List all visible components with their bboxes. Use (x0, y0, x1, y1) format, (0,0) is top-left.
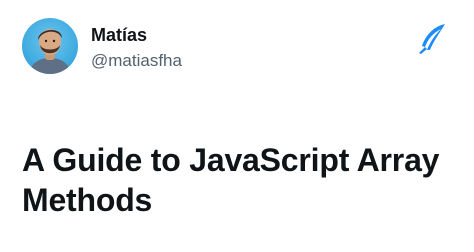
post-card: Matías @matiasfha A Guide to JavaScript … (0, 0, 474, 252)
avatar-portrait-icon (28, 29, 72, 74)
feather-pen-logo-icon[interactable] (415, 22, 449, 56)
author-name[interactable]: Matías (91, 24, 147, 46)
author-handle[interactable]: @matiasfha (91, 50, 182, 72)
post-title: A Guide to JavaScript Array Methods (22, 142, 440, 218)
author-avatar[interactable] (22, 18, 78, 74)
